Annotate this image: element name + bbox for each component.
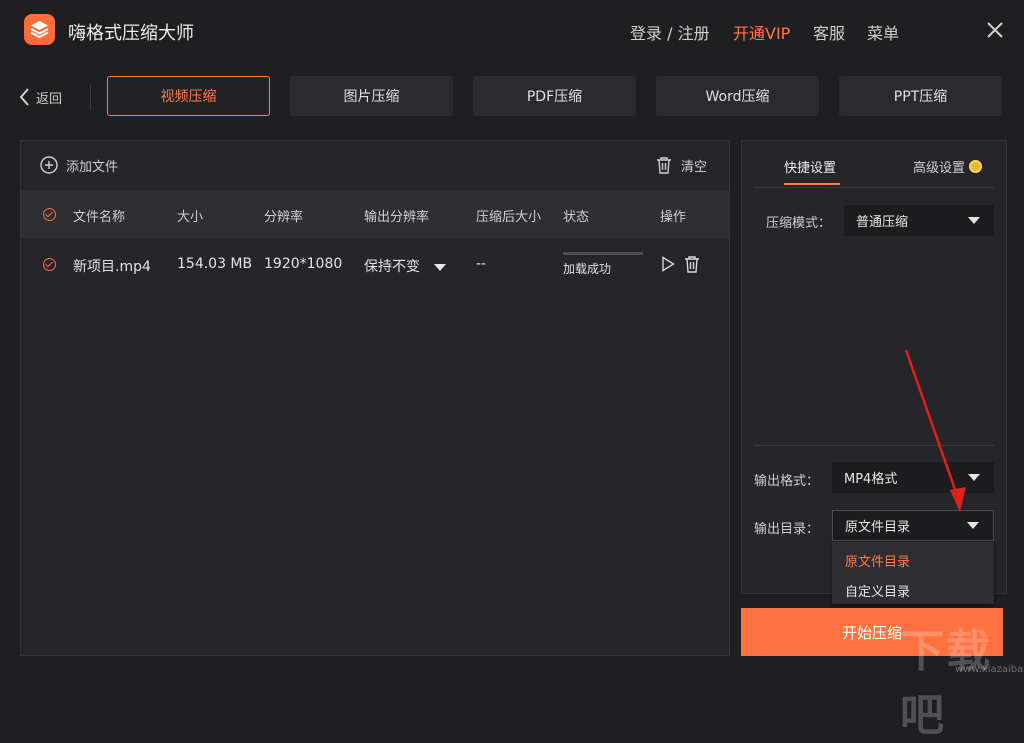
back-button[interactable]: 返回 [18, 86, 62, 108]
output-resolution-select[interactable]: 保持不变 [364, 256, 446, 276]
vip-link[interactable]: 开通VIP [733, 20, 790, 44]
output-resolution-value: 保持不变 [364, 256, 420, 276]
active-tab-indicator [784, 183, 840, 185]
status-text: 加载成功 [563, 260, 611, 277]
column-header-status: 状态 [563, 206, 589, 225]
file-size: 154.03 MB [177, 256, 252, 272]
settings-divider [754, 187, 994, 188]
dropdown-option-custom-dir[interactable]: 自定义目录 [845, 581, 910, 600]
column-header-compressed-size: 压缩后大小 [476, 206, 541, 225]
nav-divider [90, 84, 91, 110]
advanced-settings-label: 高级设置 [913, 157, 965, 176]
tab-pdf-compress[interactable]: PDF压缩 [473, 76, 636, 116]
file-resolution: 1920*1080 [264, 256, 342, 272]
compress-mode-value: 普通压缩 [856, 211, 908, 230]
back-label: 返回 [36, 88, 62, 107]
watermark-logo: 下载吧 [900, 615, 1024, 743]
app-logo [24, 14, 55, 45]
compress-mode-select[interactable]: 普通压缩 [844, 205, 994, 236]
chevron-left-icon [18, 88, 30, 106]
tab-quick-settings[interactable]: 快捷设置 [784, 157, 836, 176]
add-file-button[interactable]: 添加文件 [40, 155, 118, 175]
tab-advanced-settings[interactable]: 高级设置 [913, 157, 982, 176]
vip-coin-icon [969, 160, 982, 173]
layers-icon [29, 19, 50, 40]
output-dir-label: 输出目录： [754, 518, 819, 537]
customer-service-link[interactable]: 客服 [813, 20, 845, 44]
compress-mode-label: 压缩模式： [766, 212, 831, 231]
play-icon[interactable] [661, 256, 675, 276]
clear-button[interactable]: 清空 [655, 155, 707, 175]
annotation-arrow-icon [890, 340, 980, 520]
caret-down-icon [434, 264, 446, 271]
menu-link[interactable]: 菜单 [867, 20, 899, 44]
login-link[interactable]: 登录 / 注册 [630, 20, 710, 44]
output-format-label: 输出格式： [754, 470, 819, 489]
close-icon[interactable] [984, 19, 1006, 41]
column-header-output-resolution: 输出分辨率 [364, 206, 429, 225]
add-file-label: 添加文件 [66, 156, 118, 175]
app-title: 嗨格式压缩大师 [68, 19, 194, 45]
tab-video-compress[interactable]: 视频压缩 [107, 76, 270, 116]
file-name: 新项目.mp4 [73, 256, 151, 276]
compressed-size: -- [476, 256, 486, 272]
column-header-name: 文件名称 [73, 206, 125, 225]
column-header-size: 大小 [177, 206, 203, 225]
column-header-actions: 操作 [660, 206, 686, 225]
column-header-resolution: 分辨率 [264, 206, 303, 225]
dropdown-option-original-dir[interactable]: 原文件目录 [845, 551, 910, 570]
status-progress-bar [563, 252, 643, 255]
tab-image-compress[interactable]: 图片压缩 [290, 76, 453, 116]
delete-icon[interactable] [683, 255, 701, 277]
select-all-checkbox[interactable] [43, 208, 56, 221]
tab-ppt-compress[interactable]: PPT压缩 [839, 76, 1002, 116]
trash-icon [655, 156, 673, 174]
tab-word-compress[interactable]: Word压缩 [656, 76, 819, 116]
add-circle-icon [40, 156, 58, 174]
caret-down-icon [968, 217, 980, 224]
row-checkbox[interactable] [43, 258, 56, 271]
clear-label: 清空 [681, 156, 707, 175]
watermark-url: www.xiazaiba.com [955, 664, 1024, 675]
caret-down-icon [967, 522, 979, 529]
